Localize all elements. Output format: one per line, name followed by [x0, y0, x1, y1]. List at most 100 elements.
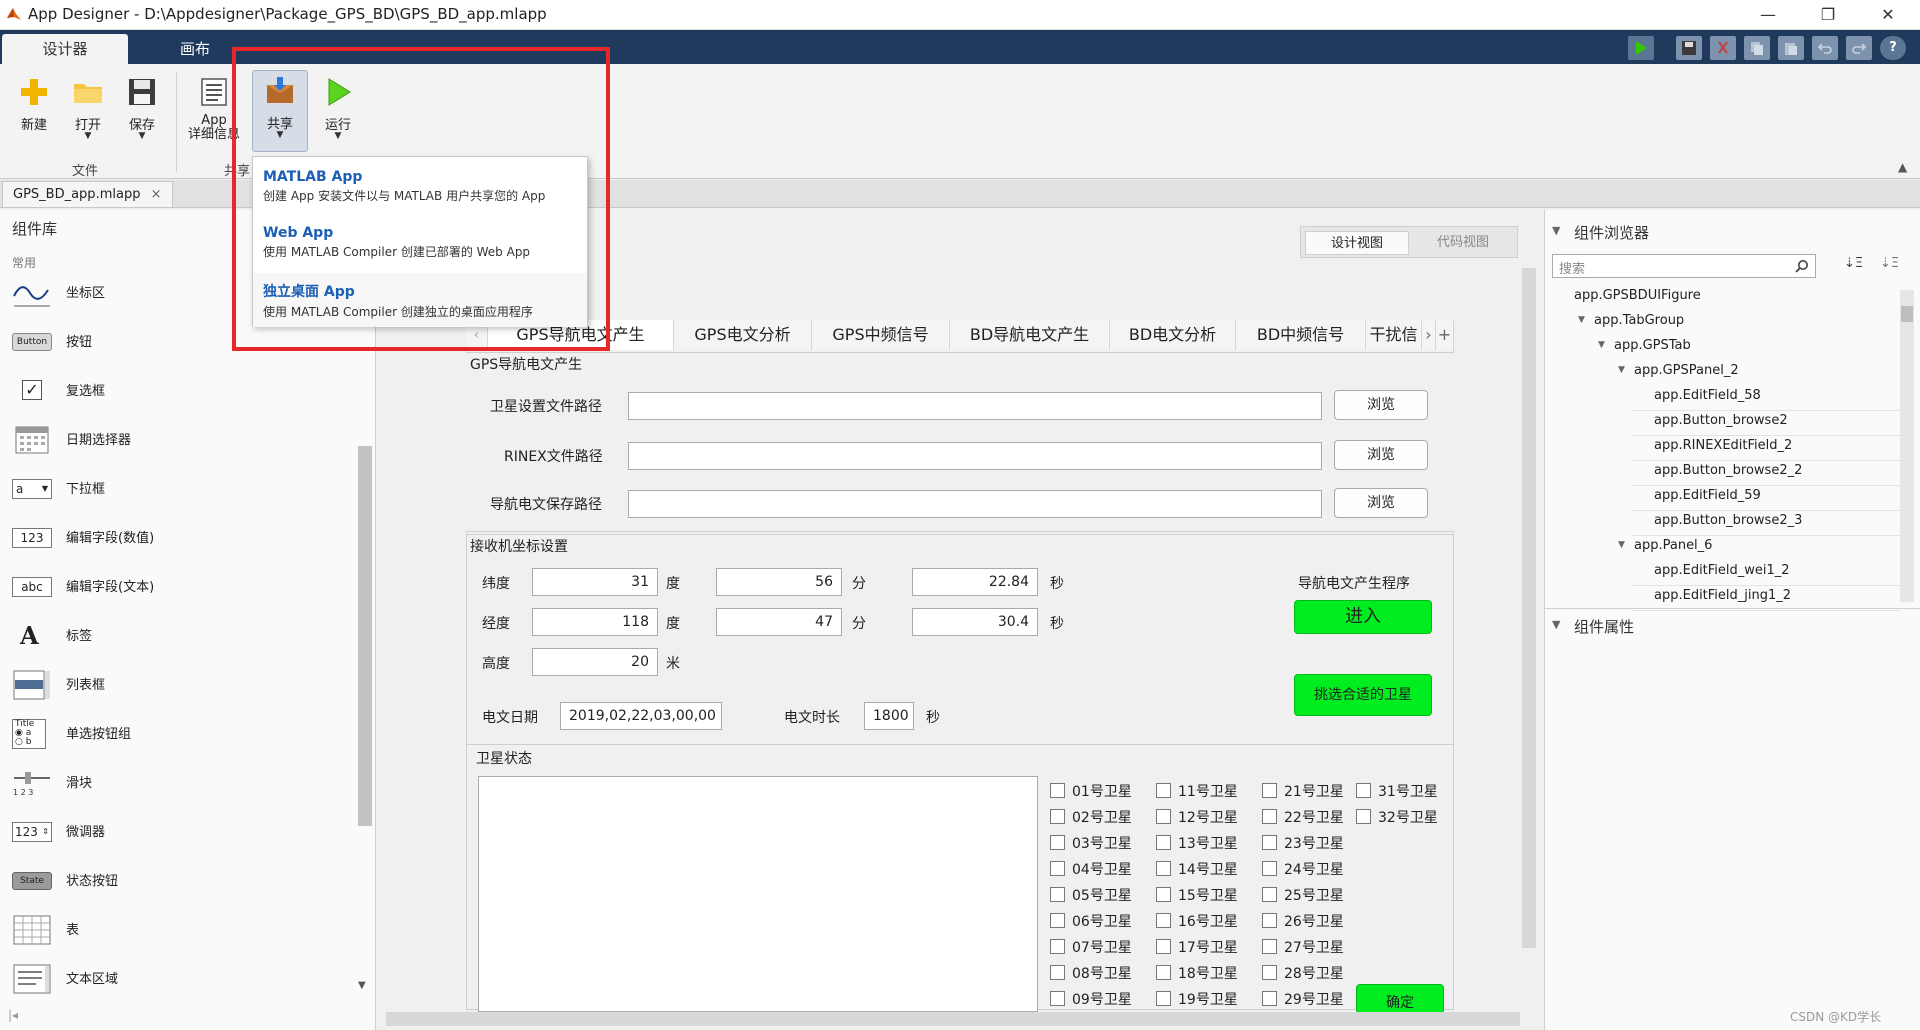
browser-tree-node[interactable]: app.EditField_59: [1654, 488, 1761, 503]
quick-save-button[interactable]: [1676, 36, 1702, 60]
component-calendar[interactable]: 日期选择器: [12, 421, 352, 461]
checkbox-box[interactable]: [1262, 965, 1277, 980]
component-label[interactable]: A 标签: [12, 617, 352, 657]
browser-tree-node[interactable]: app.Button_browse2_3: [1654, 513, 1802, 528]
confirm-button[interactable]: 确定: [1356, 984, 1444, 1014]
checkbox-box[interactable]: [1262, 809, 1277, 824]
tab-gps-if-signal[interactable]: GPS中频信号: [812, 320, 950, 350]
component-dropdown[interactable]: a ▼ 下拉框: [12, 470, 352, 510]
browser-tree-node[interactable]: app.EditField_jing1_2: [1654, 588, 1791, 603]
component-table[interactable]: 表: [12, 911, 352, 951]
new-button[interactable]: 新建: [6, 72, 62, 133]
checkbox-box[interactable]: [1050, 835, 1065, 850]
browser-collapse-icon[interactable]: ▼: [1552, 224, 1560, 237]
tab-add-icon[interactable]: +: [1436, 320, 1454, 350]
satellite-checkbox[interactable]: 25号卫星: [1262, 884, 1412, 906]
browser-tree-node[interactable]: app.EditField_wei1_2: [1654, 563, 1790, 578]
close-button[interactable]: ✕: [1860, 0, 1916, 30]
tab-bd-if-signal[interactable]: BD中频信号: [1236, 320, 1366, 350]
tab-bd-nav-msg[interactable]: BD导航电文产生: [950, 320, 1110, 350]
browser-tree-node[interactable]: app.EditField_58: [1654, 388, 1761, 403]
browser-tree-node[interactable]: ▼ app.TabGroup: [1578, 313, 1684, 328]
component-slider[interactable]: 1 2 3 滑块: [12, 764, 352, 804]
longitude-minutes-input[interactable]: 47: [716, 608, 842, 636]
checkbox-box[interactable]: [1156, 809, 1171, 824]
component-listbox[interactable]: 列表框: [12, 666, 352, 706]
quick-run-button[interactable]: [1628, 36, 1654, 60]
checkbox-box[interactable]: [1156, 913, 1171, 928]
browse-rinex-button[interactable]: 浏览: [1334, 440, 1428, 470]
component-radio-group[interactable]: Title ◉ a ○ b 单选按钮组: [12, 715, 352, 755]
code-view-button[interactable]: 代码视图: [1411, 231, 1515, 255]
checkbox-box[interactable]: [1356, 783, 1371, 798]
tree-expand-icon[interactable]: ▼: [1578, 315, 1585, 325]
longitude-seconds-input[interactable]: 30.4: [912, 608, 1038, 636]
latitude-minutes-input[interactable]: 56: [716, 568, 842, 596]
scroll-down-icon[interactable]: ▼: [358, 980, 366, 991]
browser-tree-node[interactable]: app.GPSBDUIFigure: [1574, 288, 1701, 303]
tab-gps-msg-analysis[interactable]: GPS电文分析: [674, 320, 812, 350]
quick-undo-button[interactable]: [1812, 36, 1838, 60]
satellite-checkbox[interactable]: 26号卫星: [1262, 910, 1412, 932]
component-textarea[interactable]: 文本区域: [12, 960, 352, 1000]
satellite-checkbox[interactable]: 31号卫星: [1356, 780, 1506, 802]
checkbox-box[interactable]: [1050, 887, 1065, 902]
checkbox-box[interactable]: [1356, 809, 1371, 824]
quick-paste-button[interactable]: [1778, 36, 1804, 60]
help-button[interactable]: ?: [1880, 36, 1906, 60]
longitude-degrees-input[interactable]: 118: [532, 608, 658, 636]
satellite-checkbox[interactable]: 24号卫星: [1262, 858, 1412, 880]
select-satellites-button[interactable]: 挑选合适的卫星: [1294, 674, 1432, 716]
library-scrollbar[interactable]: [358, 446, 372, 826]
checkbox-box[interactable]: [1156, 835, 1171, 850]
browser-tree-node[interactable]: app.Button_browse2: [1654, 413, 1788, 428]
tab-designer[interactable]: 设计器: [2, 34, 128, 64]
latitude-seconds-input[interactable]: 22.84: [912, 568, 1038, 596]
checkbox-box[interactable]: [1050, 991, 1065, 1006]
tab-interference[interactable]: 干扰信: [1366, 320, 1422, 350]
msg-date-input[interactable]: 2019,02,22,03,00,00: [560, 702, 722, 730]
satellite-checkbox[interactable]: 27号卫星: [1262, 936, 1412, 958]
filter-icon[interactable]: ⇣Ξ: [1880, 256, 1899, 271]
browser-tree-node[interactable]: ▼ app.Panel_6: [1618, 538, 1712, 553]
browser-tree-node[interactable]: ▼ app.GPSTab: [1598, 338, 1691, 353]
quick-cut-button[interactable]: [1710, 36, 1736, 60]
tree-expand-icon[interactable]: ▼: [1618, 540, 1625, 550]
component-checkbox[interactable]: ✓ 复选框: [12, 372, 352, 412]
tab-bd-msg-analysis[interactable]: BD电文分析: [1110, 320, 1236, 350]
checkbox-box[interactable]: [1050, 939, 1065, 954]
checkbox-box[interactable]: [1262, 835, 1277, 850]
browser-scrollbar[interactable]: [1900, 290, 1914, 602]
checkbox-box[interactable]: [1262, 939, 1277, 954]
sat-config-path-input[interactable]: [628, 392, 1322, 420]
save-button[interactable]: 保存 ▼: [114, 72, 170, 141]
browse-save-path-button[interactable]: 浏览: [1334, 488, 1428, 518]
satellite-checkbox[interactable]: 28号卫星: [1262, 962, 1412, 984]
checkbox-box[interactable]: [1050, 861, 1065, 876]
checkbox-box[interactable]: [1262, 861, 1277, 876]
tree-expand-icon[interactable]: ▼: [1598, 340, 1605, 350]
checkbox-box[interactable]: [1156, 965, 1171, 980]
msg-duration-input[interactable]: 1800: [864, 702, 914, 730]
design-view-button[interactable]: 设计视图: [1305, 231, 1409, 255]
checkbox-box[interactable]: [1050, 965, 1065, 980]
nav-save-path-input[interactable]: [628, 490, 1322, 518]
checkbox-box[interactable]: [1050, 913, 1065, 928]
checkbox-box[interactable]: [1156, 939, 1171, 954]
browser-tree-node[interactable]: ▼ app.GPSPanel_2: [1618, 363, 1739, 378]
altitude-input[interactable]: 20: [532, 648, 658, 676]
checkbox-box[interactable]: [1156, 861, 1171, 876]
browser-tree-node[interactable]: app.RINEXEditField_2: [1654, 438, 1792, 453]
restore-button[interactable]: ❐: [1800, 0, 1856, 30]
canvas-vertical-scrollbar[interactable]: [1522, 268, 1536, 948]
open-button[interactable]: 打开 ▼: [60, 72, 116, 141]
latitude-degrees-input[interactable]: 31: [532, 568, 658, 596]
browse-sat-config-button[interactable]: 浏览: [1334, 390, 1428, 420]
rinex-path-input[interactable]: [628, 442, 1322, 470]
library-hscroll-left-icon[interactable]: |◂: [8, 1008, 18, 1022]
minimize-button[interactable]: —: [1740, 0, 1796, 30]
component-spinner[interactable]: 123 ⇕ 微调器: [12, 813, 352, 853]
tree-expand-icon[interactable]: ▼: [1618, 365, 1625, 375]
checkbox-box[interactable]: [1050, 809, 1065, 824]
browser-search-field[interactable]: 搜索: [1552, 254, 1816, 278]
